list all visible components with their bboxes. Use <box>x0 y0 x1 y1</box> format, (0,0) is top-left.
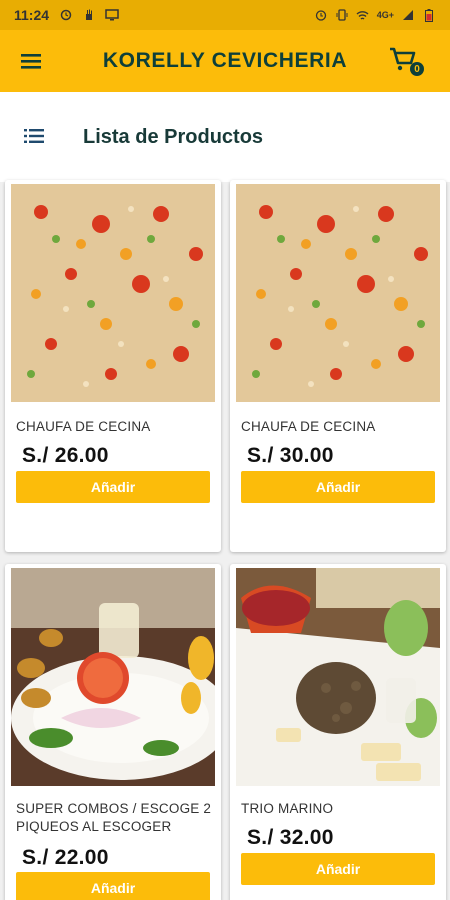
product-price: S./ 26.00 <box>22 444 109 467</box>
signal-icon <box>401 8 415 22</box>
product-card[interactable]: CHAUFA DE CECINA S./ 30.00 Añadir <box>230 180 446 552</box>
product-card[interactable]: CHAUFA DE CECINA S./ 26.00 Añadir <box>5 180 221 552</box>
page-title: Lista de Productos <box>83 126 264 148</box>
product-image-fried-rice <box>11 184 215 402</box>
product-name: CHAUFA DE CECINA <box>16 419 151 434</box>
hand-icon <box>82 8 96 22</box>
status-bar: 11:24 4G+ <box>0 0 450 30</box>
product-name: CHAUFA DE CECINA <box>241 419 376 434</box>
wifi-icon <box>356 8 370 22</box>
product-image-ceviche-combo <box>11 568 215 786</box>
cart-badge: 0 <box>410 62 424 76</box>
app-bar: KORELLY CEVICHERIA 0 <box>0 30 450 92</box>
product-price: S./ 30.00 <box>247 444 334 467</box>
status-time: 11:24 <box>14 7 50 23</box>
product-price: S./ 32.00 <box>247 826 334 849</box>
add-button[interactable]: Añadir <box>241 853 435 885</box>
product-card[interactable]: TRIO MARINO S./ 32.00 Añadir <box>230 564 446 900</box>
product-image-trio-marino <box>236 568 440 786</box>
product-name: SUPER COMBOS / ESCOGE 2 PIQUEOS AL ESCOG… <box>16 801 212 834</box>
product-name: TRIO MARINO <box>241 801 334 816</box>
battery-icon <box>422 8 436 22</box>
add-button[interactable]: Añadir <box>241 471 435 503</box>
cart-button[interactable]: 0 <box>388 44 424 76</box>
network-type: 4G+ <box>376 10 394 20</box>
product-card[interactable]: SUPER COMBOS / ESCOGE 2 PIQUEOS AL ESCOG… <box>5 564 221 900</box>
status-right-icons: 4G+ <box>314 8 436 22</box>
product-price: S./ 22.00 <box>22 846 109 869</box>
screen-icon <box>105 8 119 22</box>
sub-header: Lista de Productos <box>0 92 450 182</box>
product-image-fried-rice <box>236 184 440 402</box>
status-left-icons <box>59 8 119 22</box>
add-button[interactable]: Añadir <box>16 872 210 900</box>
add-button[interactable]: Añadir <box>16 471 210 503</box>
menu-icon[interactable] <box>20 50 42 72</box>
alarm-icon <box>59 8 73 22</box>
app-title: KORELLY CEVICHERIA <box>102 49 348 72</box>
alarm-icon <box>314 8 328 22</box>
list-icon <box>24 128 46 144</box>
vibrate-icon <box>335 8 349 22</box>
